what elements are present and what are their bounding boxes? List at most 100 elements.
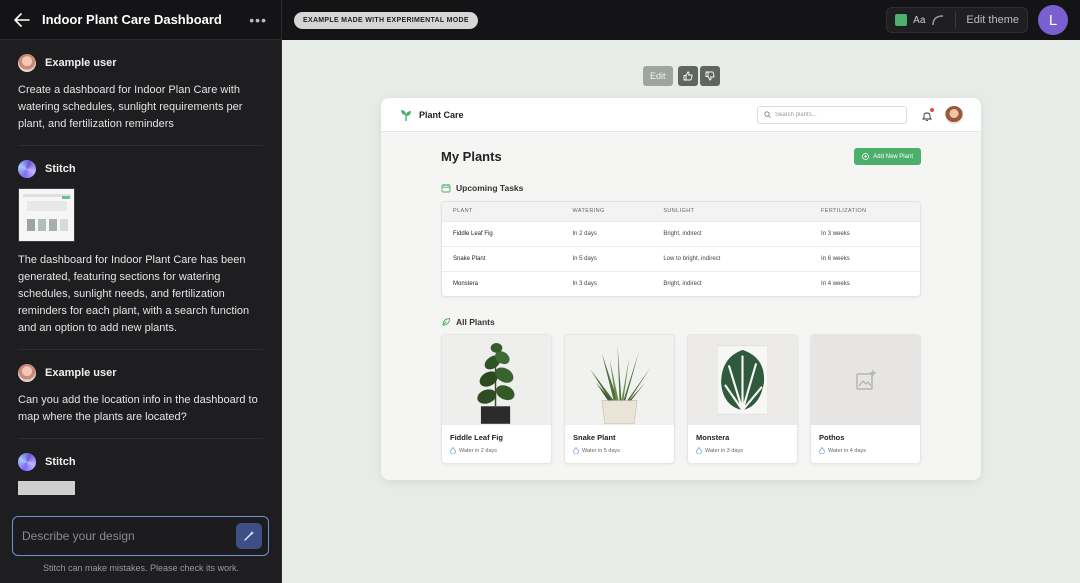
cell-fertilization: In 4 weeks <box>810 270 920 296</box>
plant-card[interactable]: Snake Plant Water in 5 days <box>564 334 675 464</box>
theme-controls: Aa Edit theme <box>886 7 1028 33</box>
watering-text: Water in 3 days <box>705 447 744 454</box>
plant-name: Monstera <box>696 433 730 442</box>
app-preview: Plant Care My Plants Add New Plant <box>381 98 981 480</box>
chat-message: Example user Can you add the location in… <box>18 364 263 439</box>
plant-grid: Fiddle Leaf Fig Water in 2 days Snake Pl… <box>441 334 921 464</box>
cell-sunlight: Low to bright, indirect <box>652 245 811 271</box>
watering-info: Water in 4 days <box>811 442 920 454</box>
plant-card[interactable]: Pothos Water in 4 days <box>810 334 921 464</box>
experimental-badge: EXAMPLE MADE WITH EXPERIMENTAL MODE <box>294 11 478 29</box>
chat-panel: Indoor Plant Care Dashboard ••• Example … <box>0 0 282 583</box>
image-placeholder-icon <box>855 370 876 390</box>
table-row[interactable]: Fiddle Leaf Fig In 2 days Bright, indire… <box>442 220 920 246</box>
plant-logo-icon <box>401 109 411 121</box>
plant-search <box>757 105 907 124</box>
column-header: FERTILIZATION <box>810 202 920 221</box>
plant-name: Fiddle Leaf Fig <box>450 433 503 442</box>
cell-fertilization: In 6 weeks <box>810 245 920 271</box>
stitch-avatar <box>18 160 36 178</box>
message-text: Can you add the location info in the das… <box>18 394 258 423</box>
water-drop-icon <box>819 447 825 454</box>
back-arrow-icon[interactable] <box>14 12 30 28</box>
font-button[interactable]: Aa <box>913 15 925 26</box>
message-text: The dashboard for Indoor Plant Care has … <box>18 254 250 334</box>
add-plant-label: Add New Plant <box>873 153 913 160</box>
table-row[interactable]: Snake Plant In 5 days Low to bright, ind… <box>442 245 920 271</box>
watering-text: Water in 5 days <box>582 447 621 454</box>
chat-thread: Example user Create a dashboard for Indo… <box>0 40 281 510</box>
brand-name: Plant Care <box>419 109 464 120</box>
section-title-text: All Plants <box>456 317 495 327</box>
watering-info: Water in 2 days <box>442 442 551 454</box>
prompt-input[interactable] <box>22 529 236 543</box>
edit-theme-button[interactable]: Edit theme <box>966 14 1019 26</box>
all-plants-heading: All Plants <box>441 317 921 327</box>
water-drop-icon <box>450 447 456 454</box>
water-drop-icon <box>573 447 579 454</box>
cell-watering: In 3 days <box>561 270 653 296</box>
message-author: Example user <box>45 367 117 379</box>
watering-text: Water in 2 days <box>459 447 498 454</box>
stitch-avatar <box>18 453 36 471</box>
cell-plant: Snake Plant <box>442 245 562 271</box>
search-input[interactable] <box>775 111 900 118</box>
prompt-composer <box>12 516 269 556</box>
section-title-text: Upcoming Tasks <box>456 183 524 193</box>
user-avatar <box>18 364 36 382</box>
generate-button[interactable] <box>236 523 262 549</box>
column-header: SUNLIGHT <box>652 202 811 221</box>
corner-radius-icon[interactable] <box>931 14 945 26</box>
plus-circle-icon <box>862 153 870 160</box>
snake-plant-image <box>590 345 651 425</box>
chat-message: Stitch The dashboard for Indoor Plant Ca… <box>18 160 263 350</box>
edit-screen-button[interactable]: Edit <box>643 66 673 86</box>
thumbs-down-button[interactable] <box>699 66 720 86</box>
plant-card[interactable]: Monstera Water in 3 days <box>687 334 798 464</box>
screen-toolbar: Edit <box>643 66 720 86</box>
color-swatch-icon[interactable] <box>895 14 908 26</box>
monstera-image <box>716 345 769 415</box>
chat-header: Indoor Plant Care Dashboard ••• <box>0 0 281 40</box>
upcoming-tasks-heading: Upcoming Tasks <box>441 183 921 193</box>
thumbs-up-button[interactable] <box>677 66 698 86</box>
cell-watering: In 5 days <box>561 245 653 271</box>
design-thumbnail[interactable] <box>18 188 75 242</box>
notifications-button[interactable] <box>921 107 934 121</box>
fiddle-leaf-fig-image <box>477 343 515 424</box>
tasks-table: PLANT WATERING SUNLIGHT FERTILIZATION Fi… <box>441 201 921 297</box>
water-drop-icon <box>696 447 702 454</box>
cell-sunlight: Bright, indirect <box>652 220 811 246</box>
plant-card[interactable]: Fiddle Leaf Fig Water in 2 days <box>441 334 552 464</box>
plant-name: Snake Plant <box>573 433 616 442</box>
notification-dot <box>930 107 934 112</box>
watering-text: Water in 4 days <box>828 447 867 454</box>
table-header-row: PLANT WATERING SUNLIGHT FERTILIZATION <box>442 202 920 221</box>
calendar-icon <box>441 184 451 193</box>
magic-wand-icon <box>244 531 254 541</box>
user-avatar <box>18 54 36 72</box>
chat-message: Example user Create a dashboard for Indo… <box>18 54 263 146</box>
thumbs-up-icon <box>683 71 693 81</box>
plant-photo <box>688 335 797 425</box>
more-options-icon[interactable]: ••• <box>249 12 267 28</box>
table-row[interactable]: Monstera In 3 days Bright, indirect In 4… <box>442 270 920 296</box>
design-thumbnail[interactable] <box>18 481 75 495</box>
plant-photo <box>565 335 674 425</box>
message-author: Stitch <box>45 163 76 175</box>
cell-plant: Fiddle Leaf Fig <box>442 220 562 246</box>
watering-info: Water in 3 days <box>688 442 797 454</box>
column-header: WATERING <box>561 202 653 221</box>
user-avatar[interactable] <box>945 105 963 124</box>
disclaimer-text: Stitch can make mistakes. Please check i… <box>42 563 240 573</box>
cell-fertilization: In 3 weeks <box>810 220 920 246</box>
plant-photo <box>442 335 551 425</box>
project-title: Indoor Plant Care Dashboard <box>42 12 222 27</box>
message-author: Example user <box>45 57 117 69</box>
plant-name: Pothos <box>819 433 845 442</box>
watering-info: Water in 5 days <box>565 442 674 454</box>
add-plant-button[interactable]: Add New Plant <box>854 148 921 165</box>
profile-avatar[interactable]: L <box>1038 5 1068 35</box>
cell-sunlight: Bright, indirect <box>652 270 811 296</box>
column-header: PLANT <box>442 202 562 221</box>
